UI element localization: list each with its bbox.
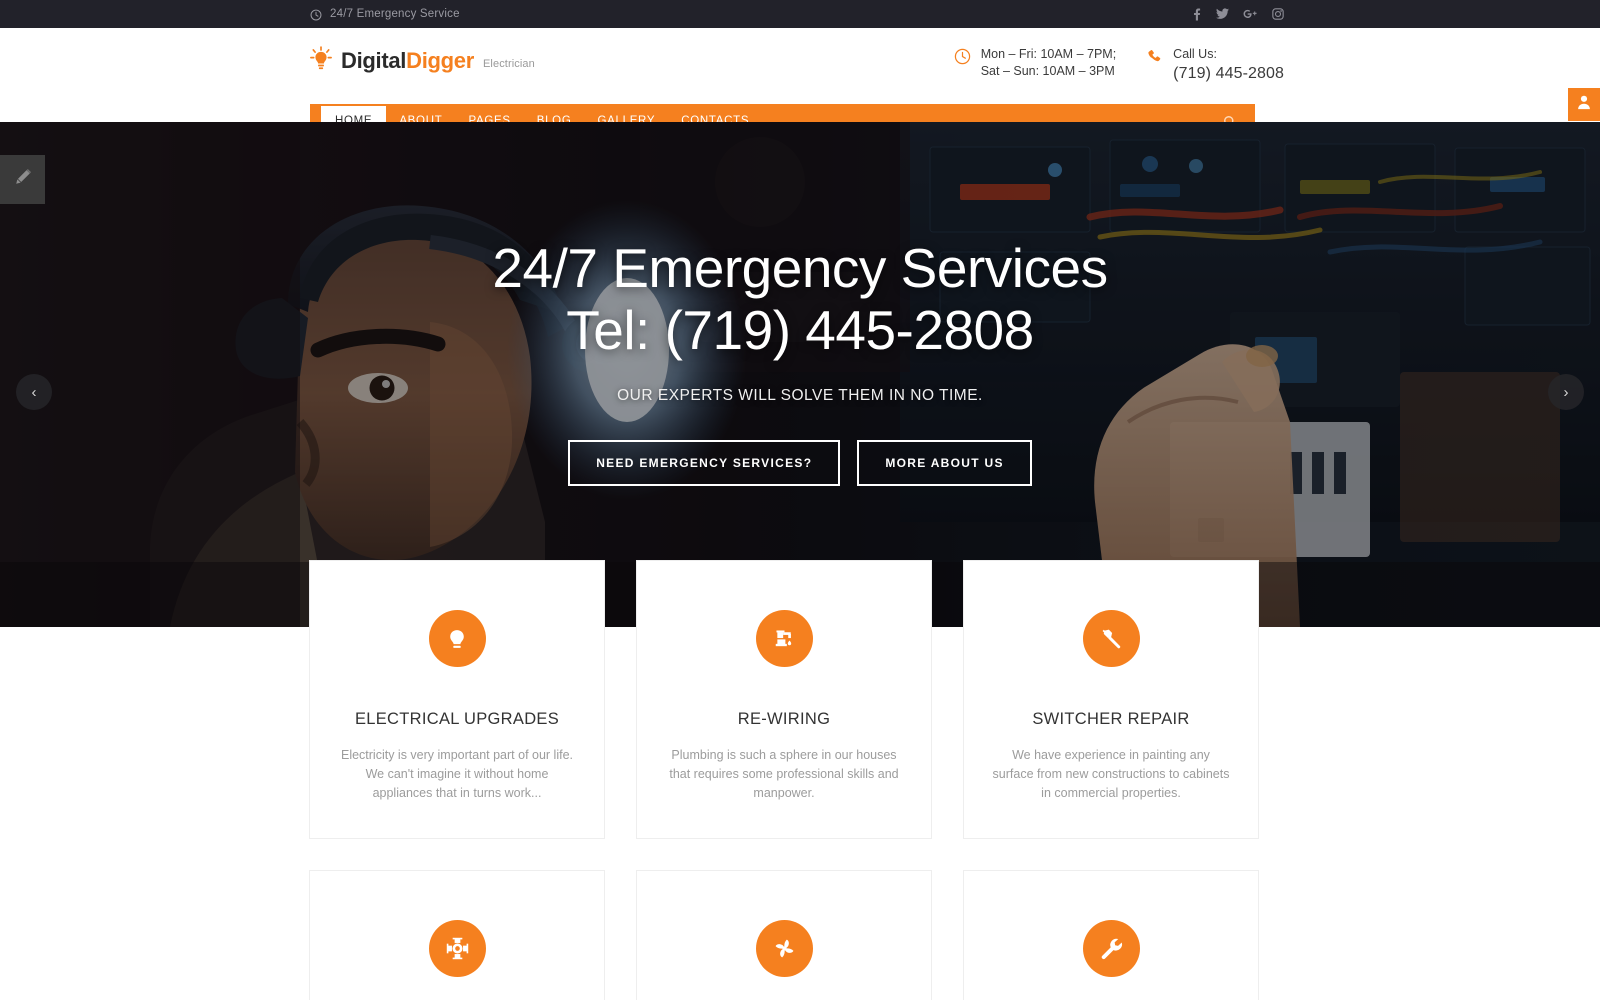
google-plus-icon[interactable] — [1243, 8, 1258, 20]
hero-title: 24/7 Emergency Services Tel: (719) 445-2… — [492, 237, 1108, 362]
logo-wordmark: DigitalDigger — [341, 50, 474, 72]
hero-slider: OFF — [0, 122, 1600, 627]
hero-buttons: NEED EMERGENCY SERVICES? MORE ABOUT US — [568, 440, 1032, 487]
service-card[interactable]: ELECTRICAL UPGRADES Electricity is very … — [309, 560, 605, 839]
site-header: DigitalDigger Electrician Mon – Fri: 10A… — [0, 28, 1600, 104]
service-title: RE-WIRING — [737, 710, 831, 728]
valve-icon — [428, 920, 486, 977]
working-hours-block: Mon – Fri: 10AM – 7PM; Sat – Sun: 10AM –… — [954, 46, 1116, 81]
slider-prev-arrow[interactable]: ‹ — [16, 374, 52, 410]
call-us-text: Call Us: (719) 445-2808 — [1173, 46, 1284, 85]
logo-text-primary: Digital — [341, 48, 407, 73]
user-icon — [1576, 94, 1592, 115]
facebook-icon[interactable] — [1191, 8, 1202, 21]
services-grid: ELECTRICAL UPGRADES Electricity is very … — [309, 560, 1259, 1000]
service-title: SWITCHER REPAIR — [1032, 710, 1190, 728]
service-description: We have experience in painting any surfa… — [992, 748, 1230, 800]
hero-subtitle: OUR EXPERTS WILL SOLVE THEM IN NO TIME. — [617, 387, 983, 405]
logo-text-accent: Digger — [406, 48, 474, 73]
hours-line-2: Sat – Sun: 10AM – 3PM — [980, 64, 1115, 79]
page-root: 24/7 Emergency Service DigitalDigger Ele… — [0, 0, 1600, 1000]
service-description: Plumbing is such a sphere in our houses … — [669, 748, 899, 800]
wrench-icon — [1082, 920, 1140, 977]
service-title: ELECTRICAL UPGRADES — [354, 710, 560, 728]
service-card[interactable] — [636, 870, 932, 1000]
lightbulb-logo-icon — [310, 46, 332, 72]
twitter-icon[interactable] — [1216, 8, 1229, 20]
working-hours-text: Mon – Fri: 10AM – 7PM; Sat – Sun: 10AM –… — [981, 46, 1116, 81]
clock-icon — [954, 48, 971, 65]
clock-icon — [310, 8, 322, 21]
call-us-block[interactable]: Call Us: (719) 445-2808 — [1146, 46, 1284, 85]
phone-icon — [1146, 48, 1163, 65]
hero-title-line-1: 24/7 Emergency Services — [492, 237, 1108, 299]
hours-line-1: Mon – Fri: 10AM – 7PM; — [980, 47, 1117, 61]
hero-content: 24/7 Emergency Services Tel: (719) 445-2… — [0, 122, 1600, 627]
paintbrush-icon — [1082, 610, 1140, 667]
social-links — [1191, 8, 1284, 21]
service-card[interactable]: RE-WIRING Plumbing is such a sphere in o… — [636, 560, 932, 839]
pencil-icon — [13, 168, 32, 192]
emergency-service-text: 24/7 Emergency Service — [330, 8, 460, 20]
service-card[interactable]: SWITCHER REPAIR We have experience in pa… — [963, 560, 1259, 839]
more-about-us-button[interactable]: MORE ABOUT US — [857, 440, 1032, 487]
call-us-label: Call Us: — [1173, 47, 1217, 61]
slider-next-arrow[interactable]: › — [1548, 374, 1584, 410]
header-contact-info: Mon – Fri: 10AM – 7PM; Sat – Sun: 10AM –… — [954, 46, 1284, 85]
account-panel-toggle[interactable] — [1568, 88, 1600, 121]
service-card[interactable] — [309, 870, 605, 1000]
top-bar: 24/7 Emergency Service — [0, 0, 1600, 28]
phone-number[interactable]: (719) 445-2808 — [1173, 63, 1284, 85]
faucet-icon — [755, 610, 813, 667]
top-bar-notice: 24/7 Emergency Service — [310, 8, 460, 21]
edit-panel-toggle[interactable] — [0, 155, 45, 204]
logo-tagline: Electrician — [483, 58, 535, 70]
site-logo[interactable]: DigitalDigger Electrician — [310, 46, 535, 72]
fan-icon — [755, 920, 813, 977]
service-description: Electricity is very important part of ou… — [340, 748, 574, 800]
need-emergency-services-button[interactable]: NEED EMERGENCY SERVICES? — [568, 440, 841, 487]
hero-title-line-2: Tel: (719) 445-2808 — [566, 299, 1034, 362]
lightbulb-icon — [428, 610, 486, 667]
instagram-icon[interactable] — [1272, 8, 1284, 20]
service-card[interactable] — [963, 870, 1259, 1000]
